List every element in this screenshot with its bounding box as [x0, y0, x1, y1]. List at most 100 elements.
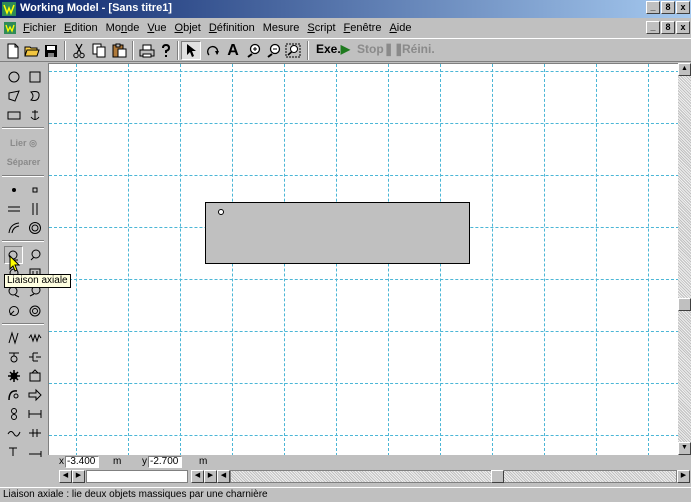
pulley-icon	[29, 369, 40, 382]
torque-tool-button[interactable]	[4, 405, 23, 423]
actuator-tool-button[interactable]	[25, 405, 44, 423]
x-unit: m	[113, 456, 122, 467]
rectangle-body[interactable]	[205, 202, 470, 264]
frame-slider-track[interactable]	[86, 470, 188, 483]
point-tool-button[interactable]	[4, 181, 23, 199]
linear-actuator-tool-button[interactable]	[25, 424, 44, 442]
rectangle-tool-button[interactable]	[4, 106, 23, 124]
menu-script[interactable]: Script	[303, 21, 339, 35]
pulley-tool-button[interactable]	[25, 367, 44, 385]
app-icon[interactable]	[2, 2, 16, 16]
maximize-button[interactable]: 8	[661, 1, 675, 14]
damper-tool-button[interactable]	[25, 348, 44, 366]
vertical-slot-tool-button[interactable]	[25, 200, 44, 218]
zoom-in-button[interactable]	[244, 41, 262, 60]
scroll-down-button[interactable]: ▼	[678, 442, 691, 455]
gear-tool-button[interactable]	[4, 367, 23, 385]
zoom-out-button[interactable]	[264, 41, 282, 60]
menu-fichier[interactable]: Fichier	[19, 21, 60, 35]
vertical-slot-icon	[32, 203, 37, 215]
rope-tool-button[interactable]	[4, 386, 23, 404]
polygon-tool-button[interactable]	[4, 87, 23, 105]
horizontal-scroll-thumb[interactable]	[491, 470, 504, 483]
menu-monde[interactable]: Monde	[102, 21, 144, 35]
cut-button[interactable]	[70, 41, 88, 60]
horizontal-scrollbar[interactable]: ◀ ▶ ◀ ▶ ◀ ▶	[48, 470, 691, 484]
step-back-button[interactable]: ◀	[191, 470, 204, 483]
reset-button[interactable]: Réini.	[402, 42, 435, 56]
curved-body-tool-button[interactable]	[25, 87, 44, 105]
curved-slot-tool-button[interactable]	[4, 219, 23, 237]
frame-back-button[interactable]: ◀	[59, 470, 72, 483]
torque-icon	[10, 408, 17, 420]
scroll-left-button[interactable]: ◀	[217, 470, 230, 483]
square-tool-button[interactable]	[25, 68, 44, 86]
vertical-scroll-thumb[interactable]	[678, 298, 691, 311]
stop-button[interactable]: Stop❚❚	[357, 42, 404, 56]
force-tool-button[interactable]	[25, 386, 44, 404]
y-coordinate-field[interactable]: -2.700	[148, 456, 182, 468]
toolbar-separator	[132, 41, 134, 60]
title-bar[interactable]: Working Model - [Sans titre1] _ 8 x	[0, 0, 691, 18]
menu-objet[interactable]: Objet	[171, 21, 205, 35]
play-icon: ▶	[340, 42, 350, 56]
close-button[interactable]: x	[676, 1, 690, 14]
split-tool-button[interactable]: Séparer	[0, 157, 47, 167]
anchor-tool-button[interactable]	[25, 106, 44, 124]
menu-definition[interactable]: Définition	[205, 21, 259, 35]
wave-actuator-tool-button[interactable]	[4, 424, 23, 442]
copy-button[interactable]	[90, 41, 108, 60]
open-button[interactable]	[23, 41, 41, 60]
save-button[interactable]	[42, 41, 60, 60]
help-button[interactable]	[158, 41, 174, 60]
spring-joint-tool-button[interactable]	[4, 302, 23, 320]
print-button[interactable]	[138, 41, 156, 60]
text-tool-button[interactable]: A	[224, 41, 242, 60]
motor-tool-button[interactable]	[4, 443, 23, 461]
paste-button[interactable]	[110, 41, 128, 60]
rigid-joint-tool-button[interactable]	[25, 246, 44, 264]
toolbar-separator	[307, 41, 309, 60]
frame-forward-button[interactable]: ▶	[72, 470, 85, 483]
rotational-spring-tool-button[interactable]	[4, 348, 23, 366]
circle-tool-button[interactable]	[4, 68, 23, 86]
window-title: Working Model - [Sans titre1]	[20, 2, 172, 14]
circle-icon	[8, 71, 19, 83]
doc-close-button[interactable]: x	[676, 21, 690, 34]
gear-joint-tool-button[interactable]	[25, 302, 44, 320]
menu-aide[interactable]: Aide	[385, 21, 415, 35]
zoom-fit-button[interactable]	[284, 41, 302, 60]
damper-spring-tool-button[interactable]	[25, 329, 44, 347]
curved-body-icon	[29, 91, 40, 101]
workspace-canvas[interactable]	[48, 63, 678, 455]
rotate-tool-button[interactable]	[204, 41, 222, 60]
play-forward-button[interactable]: ▶	[204, 470, 217, 483]
motor-icon	[8, 447, 17, 456]
spring-tool-button[interactable]	[4, 329, 23, 347]
gear-joint-icon	[29, 305, 40, 317]
vertical-scrollbar[interactable]: ▲ ▼	[678, 63, 691, 455]
new-button[interactable]	[4, 41, 22, 60]
rod-tool-button[interactable]	[25, 443, 44, 461]
cut-scissors-icon	[73, 43, 85, 58]
doc-minimize-button[interactable]: _	[646, 21, 660, 34]
square-point-tool-button[interactable]	[25, 181, 44, 199]
circular-slot-tool-button[interactable]	[25, 219, 44, 237]
scroll-up-button[interactable]: ▲	[678, 63, 691, 76]
pause-icon: ❚❚	[383, 42, 404, 56]
document-icon[interactable]	[3, 21, 17, 35]
horizontal-slot-tool-button[interactable]	[4, 200, 23, 218]
link-tool-button[interactable]: Lier ◎	[0, 138, 47, 149]
minimize-button[interactable]: _	[646, 1, 660, 14]
menu-vue[interactable]: Vue	[143, 21, 170, 35]
run-button[interactable]: Exe.▶	[316, 42, 350, 56]
x-coordinate-field[interactable]: -3.400	[65, 456, 99, 468]
menu-fenetre[interactable]: Fenêtre	[340, 21, 386, 35]
pointer-tool-button[interactable]	[181, 41, 201, 60]
body-point[interactable]	[218, 209, 224, 215]
doc-restore-button[interactable]: 8	[661, 21, 675, 34]
scroll-right-button[interactable]: ▶	[677, 470, 690, 483]
menu-edition[interactable]: Edition	[60, 21, 102, 35]
horizontal-scroll-track[interactable]	[230, 470, 677, 483]
menu-mesure[interactable]: Mesure	[259, 21, 304, 35]
